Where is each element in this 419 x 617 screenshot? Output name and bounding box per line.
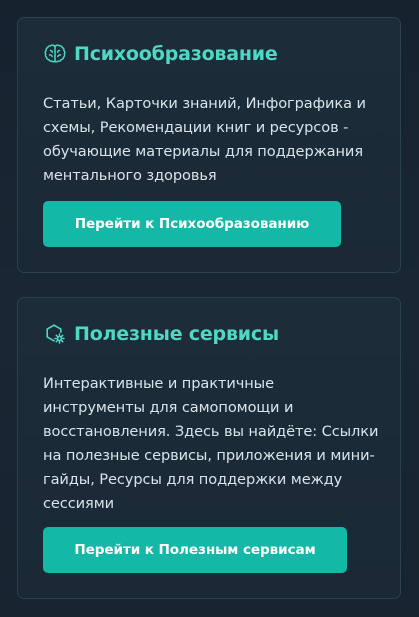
card-description: Интерактивные и практичные инструменты д… <box>43 375 379 512</box>
go-to-useful-services-button[interactable]: Перейти к Полезным сервисам <box>43 527 347 573</box>
gear-shield-icon <box>43 322 67 346</box>
psychoeducation-card: Психообразование Статьи, Карточки знаний… <box>17 17 401 273</box>
card-title: Полезные сервисы <box>74 323 279 345</box>
useful-services-card: Полезные сервисы Интерактивные и практич… <box>17 297 401 599</box>
card-title: Психообразование <box>74 43 278 65</box>
go-to-psychoeducation-button[interactable]: Перейти к Психообразованию <box>43 201 341 247</box>
card-description: Статьи, Карточки знаний, Инфографика и с… <box>43 95 366 184</box>
card-header: Полезные сервисы <box>43 322 279 346</box>
brain-icon <box>43 42 67 66</box>
card-header: Психообразование <box>43 42 278 66</box>
